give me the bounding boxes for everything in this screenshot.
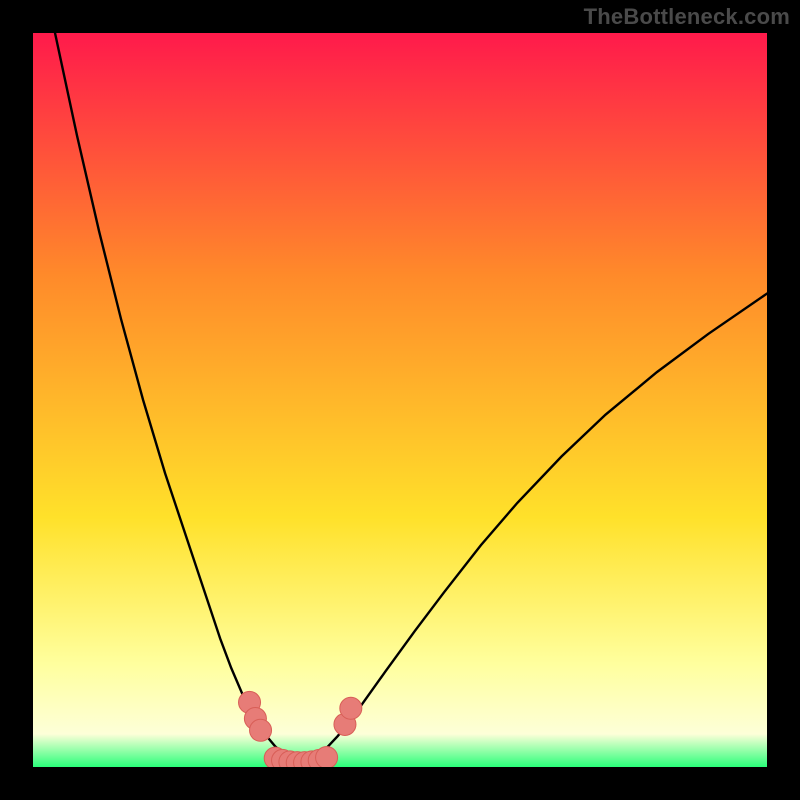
data-marker: [316, 746, 338, 767]
watermark-text: TheBottleneck.com: [584, 4, 790, 30]
data-marker: [250, 719, 272, 741]
chart-svg: [33, 33, 767, 767]
chart-frame: TheBottleneck.com: [0, 0, 800, 800]
plot-area: [33, 33, 767, 767]
data-marker: [340, 697, 362, 719]
